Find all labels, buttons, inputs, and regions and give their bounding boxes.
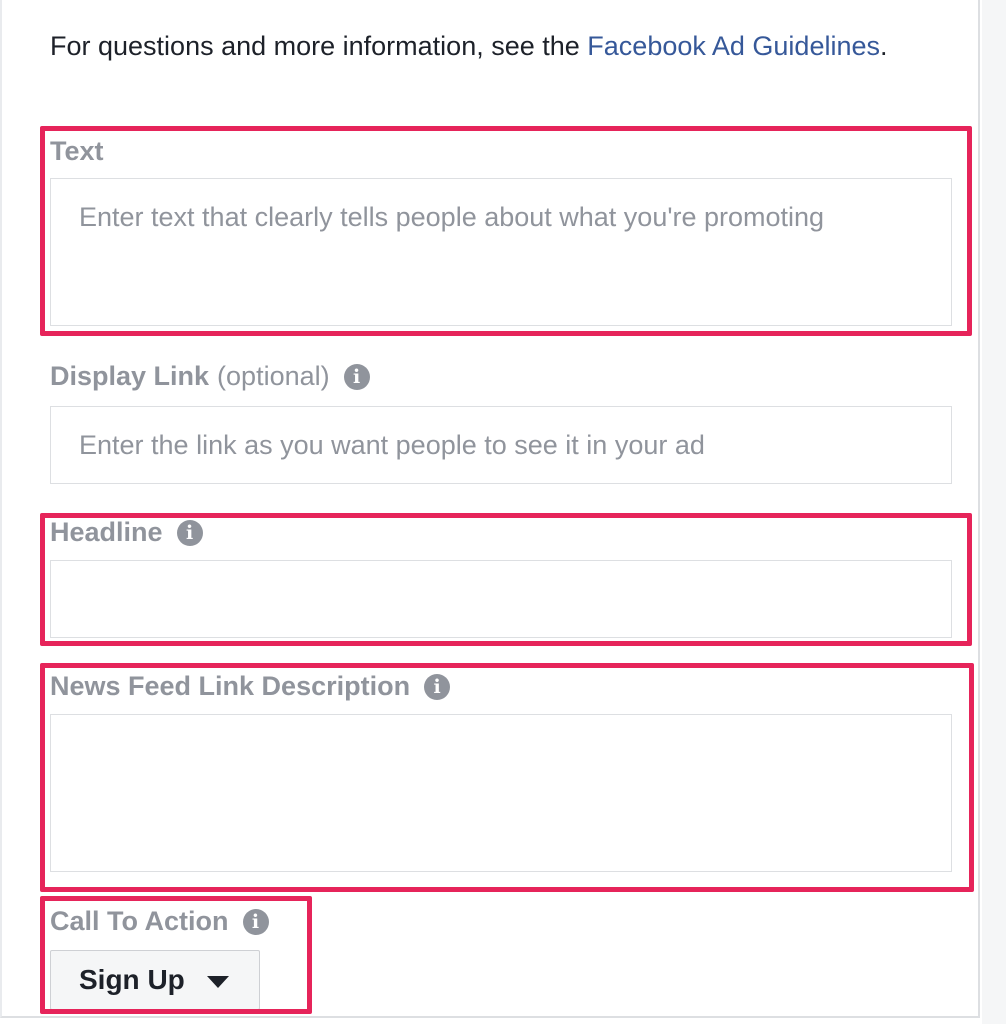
call-to-action-highlight-box <box>40 896 312 1014</box>
guidelines-note-end: . <box>880 31 888 61</box>
display-link-label-text: Display Link <box>50 361 210 391</box>
display-link-input-placeholder: Enter the link as you want people to see… <box>79 430 705 460</box>
display-link-input[interactable]: Enter the link as you want people to see… <box>50 406 952 484</box>
headline-highlight-box <box>40 513 972 646</box>
guidelines-note-text: For questions and more information, see … <box>50 31 588 61</box>
info-icon[interactable]: i <box>343 363 370 390</box>
facebook-ad-guidelines-link[interactable]: Facebook Ad Guidelines <box>587 31 880 61</box>
guidelines-note: For questions and more information, see … <box>50 28 950 65</box>
text-highlight-box <box>40 126 972 336</box>
display-link-optional: (optional) <box>217 361 330 391</box>
display-link-label: Display Link (optional) i <box>50 361 370 392</box>
scroll-gutter <box>982 0 1006 1024</box>
news-feed-description-highlight-box <box>40 663 974 892</box>
